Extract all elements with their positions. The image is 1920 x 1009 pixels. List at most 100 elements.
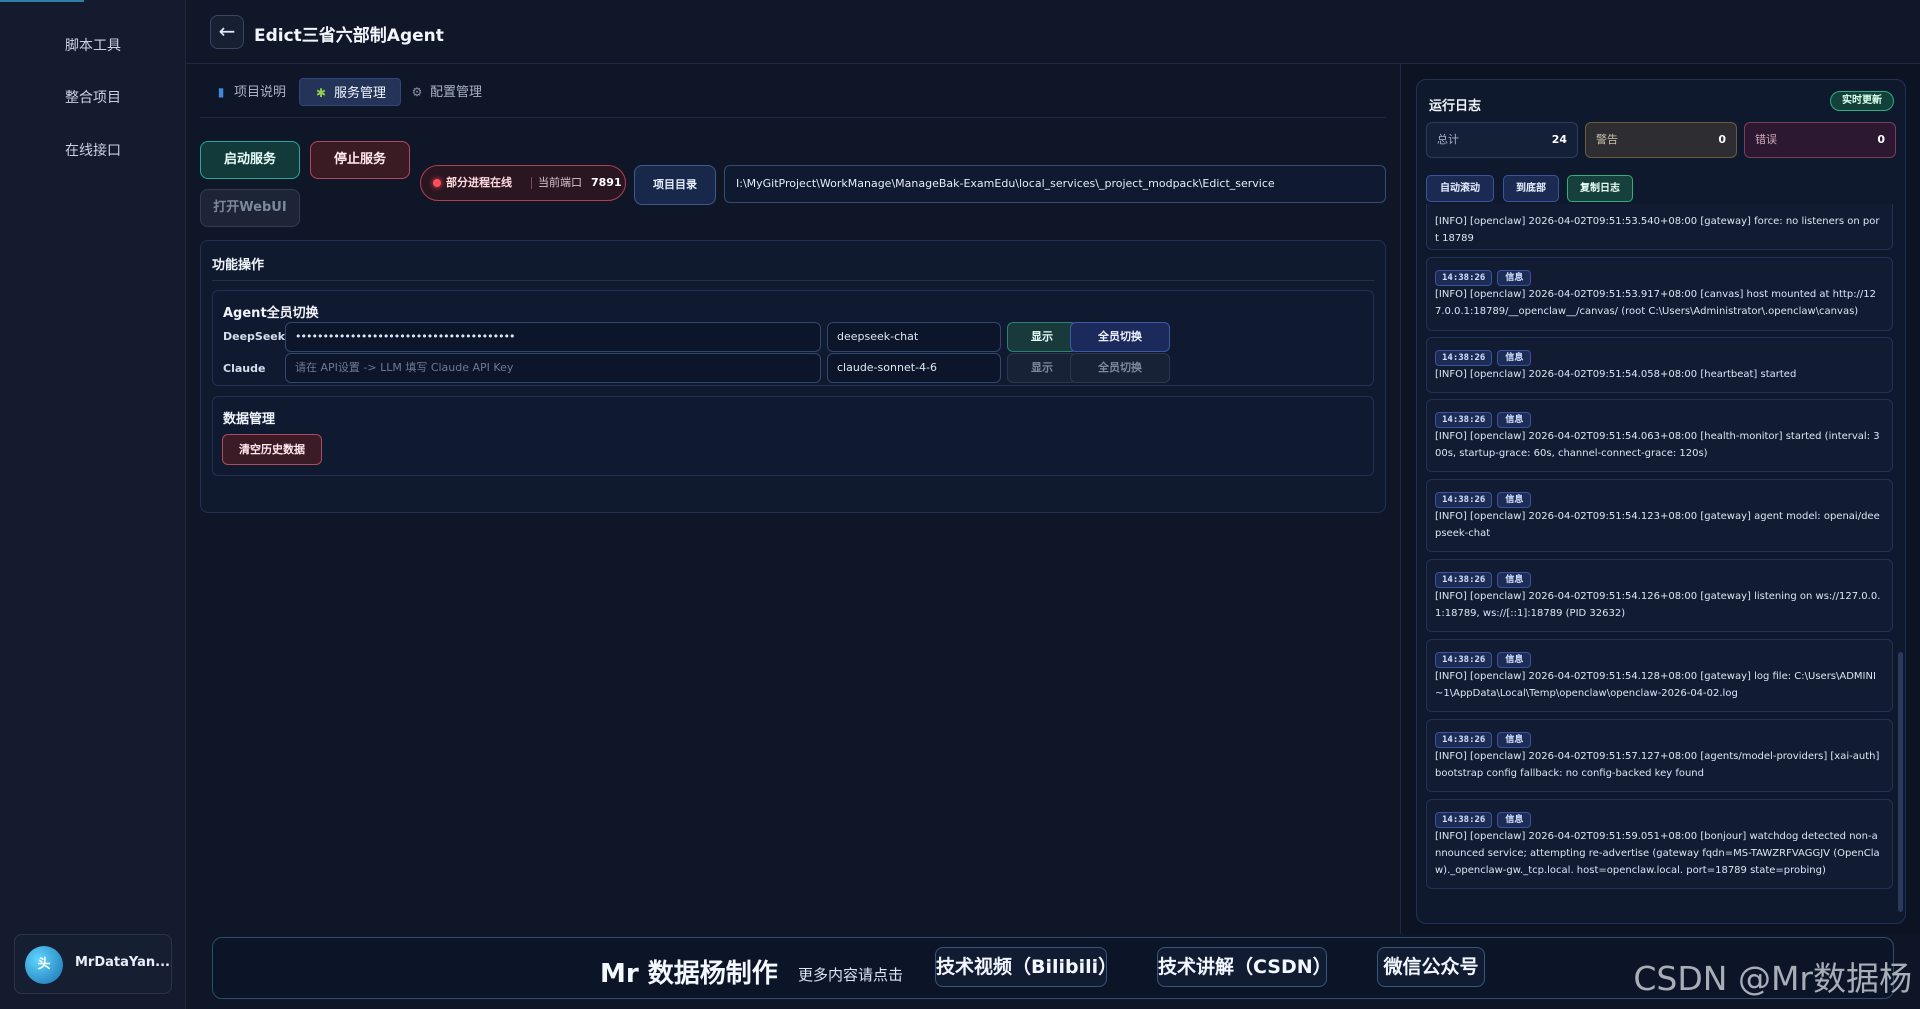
- log-entry: 14:38:26 信息 [INFO] [openclaw] 2026-04-02T…: [1426, 479, 1893, 552]
- footer-more-text: 更多内容请点击: [798, 966, 904, 984]
- tab-config-management[interactable]: ⚙ 配置管理: [396, 78, 496, 106]
- provider-label-deepseek: DeepSeek: [223, 330, 286, 343]
- log-meta: 14:38:26 信息: [1435, 345, 1532, 366]
- claude-api-key-input[interactable]: 请在 API设置 -> LLM 填写 Claude API Key: [285, 353, 821, 383]
- log-scrollbar[interactable]: [1898, 652, 1903, 912]
- deepseek-api-key-input[interactable]: ••••••••••••••••••••••••••••••••••••••••: [285, 322, 821, 352]
- log-level-badge: 信息: [1497, 412, 1532, 428]
- log-title: 运行日志: [1429, 99, 1482, 114]
- user-card[interactable]: 头 MrDataYan...: [14, 934, 172, 994]
- log-message: [INFO] [openclaw] 2026-04-02T09:51:54.06…: [1435, 431, 1880, 459]
- deepseek-switch-all-button[interactable]: 全员切换: [1070, 322, 1170, 352]
- open-webui-button[interactable]: 打开WebUI: [200, 189, 300, 227]
- tab-project-info[interactable]: ▮ 项目说明: [200, 78, 300, 106]
- sidebar: 脚本工具 整合项目 在线接口 头 MrDataYan...: [0, 0, 186, 1009]
- port-label: 当前端口: [538, 176, 582, 189]
- port-value: 7891: [591, 176, 622, 189]
- clear-history-button[interactable]: 清空历史数据: [222, 434, 322, 465]
- start-service-button[interactable]: 启动服务: [200, 141, 300, 179]
- scroll-to-bottom-button[interactable]: 到底部: [1503, 175, 1559, 202]
- log-level-badge: 信息: [1497, 270, 1532, 286]
- stat-value: 24: [1551, 133, 1567, 146]
- log-level-badge: 信息: [1497, 572, 1532, 588]
- claude-model-input[interactable]: claude-sonnet-4-6: [827, 353, 1001, 383]
- gear-icon: ⚙: [411, 85, 423, 99]
- section-title: 数据管理: [223, 412, 276, 427]
- log-entry: 14:38:26 信息 [INFO] [openclaw] 2026-04-02T…: [1426, 719, 1893, 792]
- log-message: [INFO] [openclaw] 2026-04-02T09:51:54.12…: [1435, 591, 1881, 619]
- log-timestamp: 14:38:26: [1435, 812, 1493, 828]
- log-message: [INFO] [openclaw] 2026-04-02T09:51:53.91…: [1435, 289, 1877, 317]
- stat-value: 0: [1718, 133, 1726, 146]
- stat-warning: 警告 0: [1585, 122, 1737, 158]
- log-entry: 14:38:26 信息 [INFO] [openclaw] 2026-04-02T…: [1426, 799, 1893, 889]
- claude-switch-all-button[interactable]: 全员切换: [1070, 353, 1170, 383]
- sidebar-item-online-api[interactable]: 在线接口: [0, 134, 186, 168]
- log-entry: 14:38:26 信息 [INFO] [openclaw] 2026-04-02T…: [1426, 257, 1893, 331]
- arrow-left-icon: ←: [218, 19, 236, 43]
- log-meta: 14:38:26 信息: [1435, 727, 1532, 748]
- log-timestamp: 14:38:26: [1435, 732, 1493, 748]
- log-timestamp: 14:38:26: [1435, 572, 1493, 588]
- log-timestamp: 14:38:26: [1435, 350, 1493, 366]
- copy-log-button[interactable]: 复制日志: [1567, 175, 1633, 202]
- stop-service-button[interactable]: 停止服务: [310, 141, 410, 179]
- bilibili-link[interactable]: 技术视频（Bilibili）: [935, 947, 1117, 987]
- log-panel: 运行日志 实时更新 总计 24 警告 0 错误 0 自动滚动 到底部 复制日志 …: [1400, 64, 1920, 934]
- log-meta: 14:38:26 信息: [1435, 807, 1532, 828]
- data-management-section: 数据管理 清空历史数据: [212, 396, 1374, 476]
- claude-show-key-button[interactable]: 显示: [1007, 353, 1077, 383]
- deepseek-show-key-button[interactable]: 显示: [1007, 322, 1077, 352]
- tab-label: 服务管理: [334, 86, 387, 101]
- log-message: [INFO] [openclaw] 2026-04-02T09:51:54.12…: [1435, 671, 1876, 699]
- main-panel: ▮ 项目说明 ✱ 服务管理 ⚙ 配置管理 启动服务 停止服务 打开WebUI 部分进程…: [186, 64, 1400, 1009]
- auto-scroll-button[interactable]: 自动滚动: [1426, 175, 1494, 202]
- header: ← Edict三省六部制Agent: [186, 0, 1920, 64]
- log-timestamp: 14:38:26: [1435, 652, 1493, 668]
- log-entry: [INFO] [openclaw] 2026-04-02T09:51:53.54…: [1426, 204, 1893, 250]
- user-name: MrDataYan...: [75, 955, 170, 970]
- log-level-badge: 信息: [1497, 812, 1532, 828]
- log-meta: 14:38:26 信息: [1435, 647, 1532, 668]
- log-entry: 14:38:26 信息 [INFO] [openclaw] 2026-04-02T…: [1426, 337, 1893, 393]
- live-update-badge: 实时更新: [1830, 91, 1894, 111]
- project-directory-button[interactable]: 项目目录: [634, 165, 716, 205]
- provider-label-claude: Claude: [223, 362, 266, 375]
- card-title: 功能操作: [212, 258, 265, 273]
- log-level-badge: 信息: [1497, 492, 1532, 508]
- project-path-field[interactable]: I:\MyGitProject\WorkManage\ManageBak-Exa…: [724, 165, 1386, 203]
- csdn-link[interactable]: 技术讲解（CSDN）: [1157, 947, 1332, 987]
- stat-label: 警告: [1596, 133, 1618, 146]
- wechat-link[interactable]: 微信公众号: [1377, 947, 1485, 987]
- status-text: 部分进程在线: [446, 176, 512, 189]
- log-timestamp: 14:38:26: [1435, 492, 1493, 508]
- sidebar-item-integration-projects[interactable]: 整合项目: [0, 81, 186, 115]
- log-meta: 14:38:26 信息: [1435, 487, 1532, 508]
- log-level-badge: 信息: [1497, 350, 1532, 366]
- log-message: [INFO] [openclaw] 2026-04-02T09:51:54.12…: [1435, 511, 1880, 539]
- log-message: [INFO] [openclaw] 2026-04-02T09:51:53.54…: [1435, 216, 1880, 244]
- sidebar-item-script-tools[interactable]: 脚本工具: [0, 29, 186, 63]
- tabs-divider: [200, 117, 1386, 118]
- stat-total: 总计 24: [1426, 122, 1578, 158]
- tab-label: 配置管理: [430, 85, 483, 100]
- log-message: [INFO] [openclaw] 2026-04-02T09:51:54.05…: [1435, 369, 1797, 380]
- log-message: [INFO] [openclaw] 2026-04-02T09:51:57.12…: [1435, 751, 1880, 779]
- tab-service-management[interactable]: ✱ 服务管理: [299, 78, 402, 106]
- deepseek-model-input[interactable]: deepseek-chat: [827, 322, 1001, 352]
- stat-error: 错误 0: [1744, 122, 1896, 158]
- log-list[interactable]: [INFO] [openclaw] 2026-04-02T09:51:53.54…: [1426, 204, 1893, 923]
- log-meta: 14:38:26 信息: [1435, 407, 1532, 428]
- stat-label: 总计: [1437, 133, 1459, 146]
- log-level-badge: 信息: [1497, 732, 1532, 748]
- function-operations-card: 功能操作 Agent全员切换 DeepSeek ••••••••••••••••…: [200, 240, 1386, 513]
- footer-brand: Mr 数据杨制作: [600, 959, 778, 989]
- back-button[interactable]: ←: [210, 15, 244, 49]
- puzzle-icon: ✱: [315, 86, 327, 100]
- book-icon: ▮: [217, 85, 225, 99]
- tab-label: 项目说明: [234, 85, 287, 100]
- log-message: [INFO] [openclaw] 2026-04-02T09:51:59.05…: [1435, 831, 1880, 876]
- log-entry: 14:38:26 信息 [INFO] [openclaw] 2026-04-02T…: [1426, 639, 1893, 712]
- stat-label: 错误: [1755, 133, 1777, 146]
- status-dot-icon: [433, 179, 441, 187]
